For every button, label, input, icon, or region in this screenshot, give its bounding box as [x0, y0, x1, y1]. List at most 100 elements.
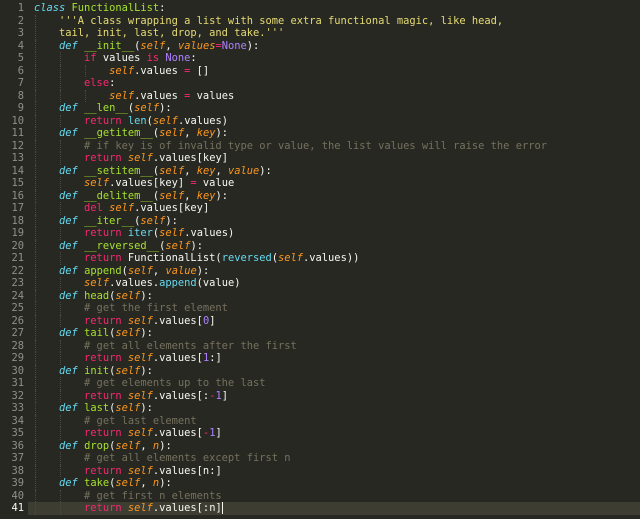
code-token: # get elements up to the last: [84, 377, 266, 389]
code-line[interactable]: # get last element: [34, 415, 640, 428]
line-number: 35: [11, 427, 24, 439]
code-line[interactable]: self.values = values: [34, 90, 640, 103]
line-number: 13: [11, 152, 24, 164]
code-line[interactable]: return self.values[:-1]: [34, 390, 640, 403]
code-token: '''A class wrapping a list with some ext…: [59, 14, 504, 27]
code-line[interactable]: class FunctionalList:: [34, 2, 640, 15]
code-token: ,: [184, 164, 197, 177]
code-line[interactable]: return self.values[n:]: [34, 465, 640, 478]
code-token: None: [165, 52, 191, 64]
indent-guide: [35, 14, 36, 27]
code-line[interactable]: del self.values[key]: [34, 202, 640, 215]
indent-guide: [60, 377, 62, 390]
indent-guide: [60, 202, 62, 215]
code-line[interactable]: # get first n elements: [34, 490, 640, 503]
code-token: ]: [221, 389, 228, 402]
code-line[interactable]: # get all elements after the first: [34, 340, 640, 353]
code-token: last: [84, 402, 110, 414]
code-token: []: [190, 64, 210, 77]
indent-guide: [35, 364, 36, 377]
code-line[interactable]: '''A class wrapping a list with some ext…: [34, 15, 640, 28]
code-token: # get the first element: [84, 302, 228, 314]
code-token: :]: [209, 352, 222, 364]
code-line[interactable]: tail, init, last, drop, and take.''': [34, 27, 640, 40]
code-line[interactable]: def __setitem__(self, key, value):: [34, 165, 640, 178]
line-number: 6: [17, 64, 24, 77]
code-line[interactable]: def __init__(self, values=None):: [34, 40, 640, 53]
code-token: self: [109, 202, 135, 214]
code-token: tail, init, last, drop, and take.''': [59, 27, 285, 39]
code-line[interactable]: def last(self):: [34, 402, 640, 415]
code-line[interactable]: return self.values[1:]: [34, 352, 640, 365]
code-line[interactable]: def init(self):: [34, 365, 640, 378]
indent-guide: [35, 289, 36, 302]
code-token: def: [59, 102, 78, 114]
code-line[interactable]: def take(self, n):: [34, 477, 640, 490]
code-line[interactable]: # get elements up to the last: [34, 377, 640, 390]
code-line[interactable]: return FunctionalList(reversed(self.valu…: [34, 252, 640, 265]
code-line[interactable]: def tail(self):: [34, 327, 640, 340]
code-line[interactable]: return self.values[-1]: [34, 427, 640, 440]
code-token: .values[:n]: [152, 502, 222, 514]
code-line[interactable]: def __delitem__(self, key):: [34, 190, 640, 203]
code-token: take: [84, 477, 110, 489]
code-token: .values[:: [152, 389, 210, 402]
code-line[interactable]: # if key is of invalid type or value, th…: [34, 140, 640, 153]
line-number: 1: [17, 2, 24, 14]
indent-guide: [60, 414, 62, 427]
code-line[interactable]: return self.values[key]: [34, 152, 640, 165]
code-token: def: [59, 214, 78, 227]
code-line[interactable]: return self.values[:n]: [34, 502, 640, 515]
code-token: iter: [127, 227, 153, 239]
code-line[interactable]: def __reversed__(self):: [34, 240, 640, 253]
code-editor[interactable]: 1 2 3 4 5 6 7 8 9 10 11 12 13 14 15 16 17 18 19 20 21 22 23 24 2…: [0, 0, 640, 519]
code-line[interactable]: self.values.append(value): [34, 277, 640, 290]
code-line[interactable]: return iter(self.values): [34, 227, 640, 240]
line-number: 39: [11, 477, 24, 489]
text-cursor: [221, 502, 223, 514]
code-line[interactable]: return len(self.values): [34, 115, 640, 128]
code-token: self: [134, 102, 160, 114]
code-line[interactable]: if values is None:: [34, 52, 640, 65]
code-token: append: [84, 264, 122, 277]
code-line[interactable]: self.values[key] = value: [34, 177, 640, 190]
code-line[interactable]: def __iter__(self):: [34, 215, 640, 228]
code-token: ,: [215, 164, 229, 177]
indent-guide: [35, 189, 36, 202]
code-area[interactable]: class FunctionalList: '''A class wrappin…: [34, 0, 640, 519]
code-line[interactable]: else:: [34, 77, 640, 90]
code-token: ):: [159, 477, 172, 489]
code-token: self: [115, 289, 141, 302]
code-token: __setitem__: [84, 164, 153, 177]
code-line[interactable]: return self.values[0]: [34, 315, 640, 328]
code-token: return: [84, 152, 122, 164]
code-token: ,: [140, 439, 153, 452]
indent-guide: [35, 314, 36, 327]
code-token: drop: [84, 439, 110, 452]
code-token: .values[: [152, 314, 203, 327]
code-line[interactable]: # get all elements except first n: [34, 452, 640, 465]
indent-guide: [60, 502, 62, 515]
code-token: __init__: [84, 39, 135, 52]
line-number: 14: [11, 164, 24, 177]
line-number: 4: [17, 39, 24, 52]
line-number: 26: [11, 314, 24, 327]
line-number: 37: [11, 452, 24, 464]
code-token: value: [165, 264, 197, 277]
code-line[interactable]: def append(self, value):: [34, 265, 640, 278]
code-line[interactable]: def __len__(self):: [34, 102, 640, 115]
code-line[interactable]: def head(self):: [34, 290, 640, 303]
code-line[interactable]: # get the first element: [34, 302, 640, 315]
code-line[interactable]: def __getitem__(self, key):: [34, 127, 640, 140]
line-number: 17: [11, 202, 24, 214]
code-token: return: [84, 427, 122, 439]
code-token: self: [127, 152, 153, 164]
code-line[interactable]: def drop(self, n):: [34, 440, 640, 453]
code-line[interactable]: self.values = []: [34, 65, 640, 78]
indent-guide: [35, 202, 36, 215]
code-token: ):: [140, 289, 153, 302]
